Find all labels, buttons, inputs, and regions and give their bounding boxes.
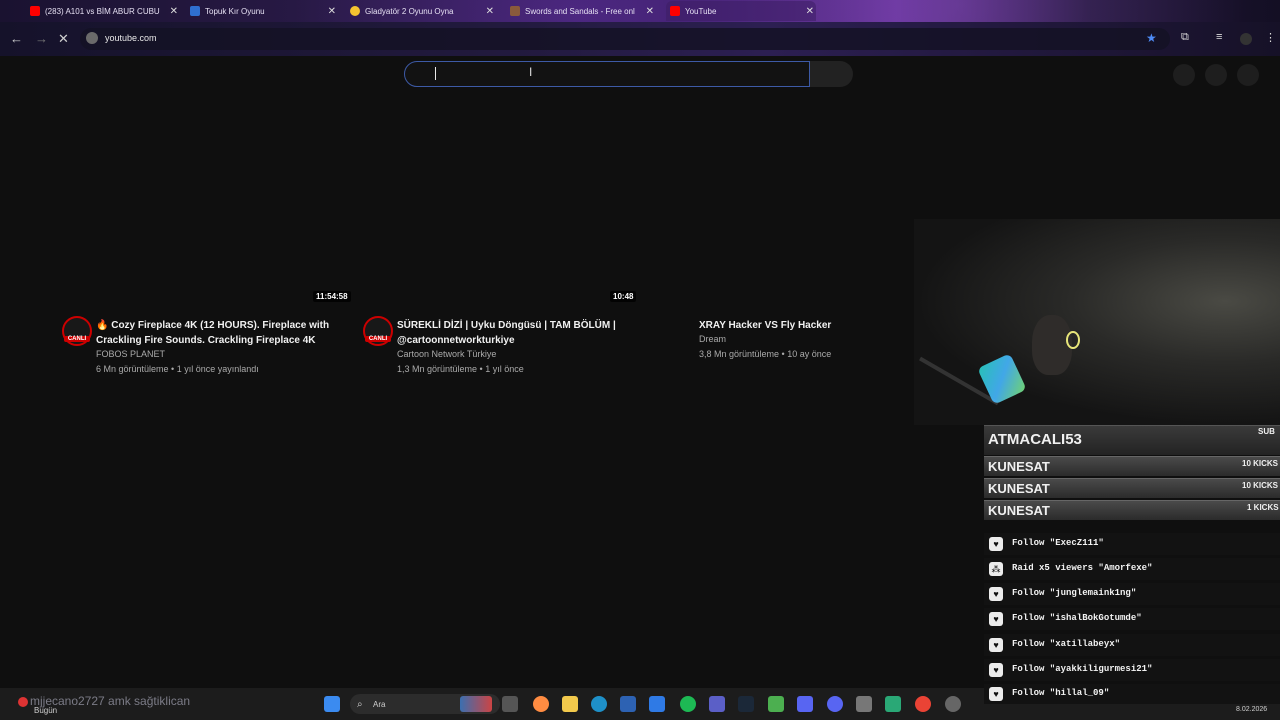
event-text: Follow "ExecZ111"	[1012, 538, 1104, 548]
menu-icon[interactable]: ⋮	[1265, 31, 1276, 44]
raid-icon: ⁂	[989, 562, 1003, 576]
heart-icon: ♥	[989, 687, 1003, 701]
app-icon[interactable]	[797, 696, 813, 712]
channel-name[interactable]: Cartoon Network Türkiye	[397, 349, 496, 359]
kick-amount: 10 KICKS	[1242, 481, 1279, 490]
weather-badge-icon[interactable]	[18, 697, 28, 707]
live-badge: CANLI	[365, 336, 391, 342]
windows-start-icon[interactable]	[324, 696, 340, 712]
heart-icon: ♥	[989, 638, 1003, 652]
video-meta: 3,8 Mn görüntüleme • 10 ay önce	[699, 349, 832, 359]
video-title[interactable]: XRAY Hacker VS Fly Hacker	[699, 318, 899, 333]
event-text: Follow "ayakkiligurmesi21"	[1012, 664, 1153, 674]
event-text: Follow "ishalBokGotumde"	[1012, 613, 1142, 623]
app-icon[interactable]	[856, 696, 872, 712]
tab-gladyator[interactable]: Gladyatör 2 Oyunu Oyna ✕	[350, 1, 496, 21]
event-text: Raid x5 viewers "Amorfexe"	[1012, 563, 1153, 573]
discord-icon[interactable]	[827, 696, 843, 712]
close-icon[interactable]: ✕	[170, 6, 178, 17]
tab-title: (283) A101 vs BİM ABUR CUBU	[45, 6, 160, 16]
channel-name[interactable]: FOBOS PLANET	[96, 349, 165, 359]
spotify-icon[interactable]	[680, 696, 696, 712]
video-title[interactable]: 🔥 Cozy Fireplace 4K (12 HOURS). Fireplac…	[96, 318, 346, 348]
tab-title: Swords and Sandals - Free onl	[525, 6, 635, 16]
steam-icon[interactable]	[738, 696, 754, 712]
heart-icon: ♥	[989, 663, 1003, 677]
streamer-figure	[1032, 315, 1072, 375]
ring-light	[1066, 331, 1080, 349]
close-icon[interactable]: ✕	[806, 6, 814, 17]
smiley-favicon-icon	[350, 6, 360, 16]
search-button[interactable]	[810, 61, 853, 87]
video-duration: 11:54:58	[313, 291, 351, 302]
video-meta: 6 Mn görüntüleme • 1 yıl önce yayınlandı	[96, 364, 259, 374]
video-meta: 1,3 Mn görüntüleme • 1 yıl önce	[397, 364, 524, 374]
stop-loading-icon[interactable]: ✕	[58, 31, 69, 47]
live-badge: CANLI	[64, 336, 90, 342]
sub-username: ATMACALI53	[988, 431, 1082, 448]
taskbar-search-placeholder: Ara	[373, 700, 386, 709]
youtube-favicon-icon	[30, 6, 40, 16]
youtube-favicon-icon	[670, 6, 680, 16]
close-icon[interactable]: ✕	[486, 6, 494, 17]
widget-icon[interactable]	[460, 696, 492, 712]
video-title[interactable]: SÜREKLİ DİZİ | Uyku Döngüsü | TAM BÖLÜM …	[397, 318, 647, 348]
teams-icon[interactable]	[709, 696, 725, 712]
file-explorer-icon[interactable]	[562, 696, 578, 712]
video-duration: 10:48	[610, 291, 637, 302]
kick-amount: 10 KICKS	[1242, 459, 1279, 468]
tab-title: Gladyatör 2 Oyunu Oyna	[365, 6, 454, 16]
heart-icon: ♥	[989, 612, 1003, 626]
edge-icon[interactable]	[591, 696, 607, 712]
account-avatar[interactable]	[1237, 64, 1259, 86]
bookmark-star-icon[interactable]: ★	[1146, 31, 1157, 45]
search-input[interactable]	[404, 61, 810, 87]
tab-swords[interactable]: Swords and Sandals - Free onl ✕	[510, 1, 656, 21]
text-caret	[435, 67, 436, 80]
event-text: Follow "xatillabeyx"	[1012, 639, 1121, 649]
tab-youtube[interactable]: YouTube ✕	[666, 1, 816, 21]
outlook-icon[interactable]	[649, 696, 665, 712]
settings-icon[interactable]	[945, 696, 961, 712]
minecraft-icon[interactable]	[768, 696, 784, 712]
extensions-icon[interactable]: ⧉	[1181, 31, 1189, 44]
back-icon[interactable]: ←	[10, 31, 23, 46]
kick-amount: 1 KICKS	[1247, 503, 1279, 512]
taskbar-date: 8.02.2026	[1236, 706, 1268, 713]
event-text: Follow "junglemaink1ng"	[1012, 588, 1137, 598]
channel-name[interactable]: Dream	[699, 334, 726, 344]
webcam-overlay	[914, 219, 1280, 425]
sub-tag: SUB	[1258, 427, 1275, 436]
address-bar[interactable]	[80, 28, 1170, 50]
kick-username: KUNESAT	[988, 459, 1050, 474]
tab-topuk[interactable]: Topuk Kır Oyunu ✕	[190, 1, 338, 21]
task-view-icon[interactable]	[502, 696, 518, 712]
chrome-icon[interactable]	[915, 696, 931, 712]
event-text: Follow "hillal_09"	[1012, 688, 1110, 698]
kick-username: KUNESAT	[988, 481, 1050, 496]
search-icon: ⌕	[357, 699, 363, 710]
app-icon[interactable]	[885, 696, 901, 712]
ibeam-cursor-icon: I	[529, 65, 533, 79]
tab-title: Topuk Kır Oyunu	[205, 6, 265, 16]
close-icon[interactable]: ✕	[646, 6, 654, 17]
profile-avatar[interactable]	[1240, 33, 1252, 45]
forward-icon[interactable]: →	[35, 31, 48, 46]
heart-icon: ♥	[989, 587, 1003, 601]
kick-username: KUNESAT	[988, 503, 1050, 518]
game-favicon-icon	[190, 6, 200, 16]
copilot-icon[interactable]	[533, 696, 549, 712]
site-info-icon[interactable]	[86, 32, 98, 44]
heart-icon: ♥	[989, 537, 1003, 551]
notifications-button[interactable]	[1205, 64, 1227, 86]
store-icon[interactable]	[620, 696, 636, 712]
url-text[interactable]: youtube.com	[105, 33, 157, 43]
media-controls-icon[interactable]: ≡	[1216, 31, 1222, 43]
tab-title: YouTube	[685, 6, 717, 16]
tab-a101[interactable]: (283) A101 vs BİM ABUR CUBU ✕	[30, 1, 180, 21]
create-button[interactable]	[1173, 64, 1195, 86]
close-icon[interactable]: ✕	[328, 6, 336, 17]
chat-overlay-line: mjjecano2727 amk sağtiklican	[30, 694, 191, 708]
swords-favicon-icon	[510, 6, 520, 16]
